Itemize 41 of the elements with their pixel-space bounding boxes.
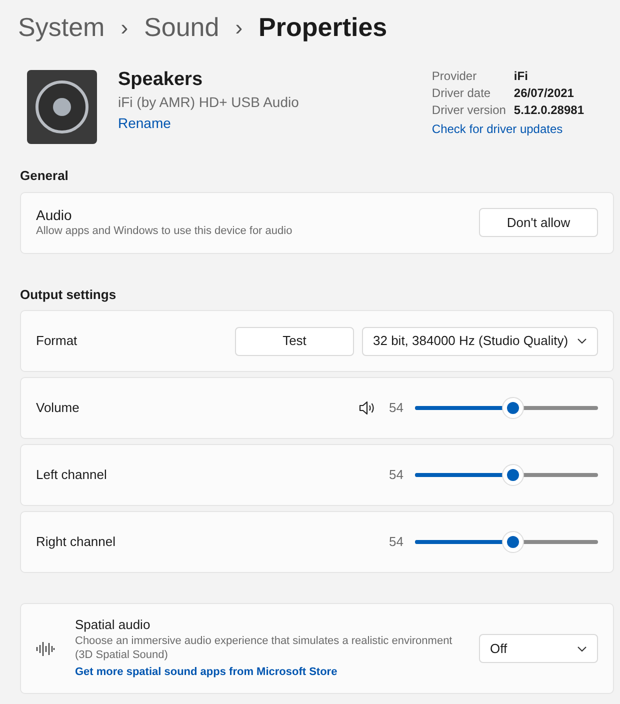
section-heading: Output settings	[20, 286, 118, 304]
driver-info-label: Driver version	[432, 102, 507, 119]
setting-label: Right channel	[36, 533, 116, 552]
driver-info-value: iFi	[514, 68, 528, 85]
setting-label: Volume	[36, 399, 80, 418]
store-link[interactable]: Get more spatial sound apps from Microsoft Store	[75, 664, 470, 681]
device-name: Speakers	[118, 68, 204, 92]
driver-info-label: Driver date	[432, 85, 492, 102]
section-heading: General	[20, 167, 70, 185]
spatial-audio-description: Choose an immersive audio experience that simulates a realistic environment (3D Spatial Sound)	[75, 634, 454, 662]
rename-link[interactable]: Rename	[118, 113, 299, 133]
slider-thumb[interactable]	[502, 531, 524, 553]
setting-label: Left channel	[36, 466, 107, 484]
device-description: iFi (by AMR) HD+ USB Audio	[118, 93, 299, 112]
test-button[interactable]: Test	[235, 326, 354, 356]
breadcrumb-separator: ›	[120, 14, 128, 42]
breadcrumb-item[interactable]: System	[18, 8, 105, 46]
driver-info-label: Provider	[432, 68, 478, 85]
setting-label: Format	[36, 332, 78, 350]
speaker-volume-icon[interactable]	[359, 401, 375, 415]
sound-wave-icon	[36, 640, 55, 656]
spatial-audio-title: Spatial audio	[75, 616, 152, 634]
driver-info-value: 26/07/2021	[514, 85, 574, 102]
chevron-down-icon	[577, 646, 587, 652]
spatial-audio-dropdown[interactable]: Off	[479, 634, 598, 663]
slider-value: 54	[389, 399, 404, 418]
slider-value: 54	[389, 533, 404, 552]
dont-allow-button[interactable]: Don't allow	[479, 208, 598, 237]
breadcrumb-item[interactable]: Sound	[144, 8, 220, 46]
format-dropdown[interactable]: 32 bit, 384000 Hz (Studio Quality)	[362, 326, 598, 356]
chevron-down-icon	[577, 338, 587, 344]
slider-thumb[interactable]	[502, 464, 524, 486]
driver-updates-link[interactable]: Check for driver updates	[432, 121, 584, 138]
slider-value: 54	[389, 466, 404, 484]
slider-thumb[interactable]	[502, 397, 524, 419]
audio-title: Audio	[36, 206, 73, 224]
breadcrumb-separator: ›	[235, 14, 243, 42]
breadcrumb-item: Properties	[258, 10, 388, 44]
speaker-icon	[26, 69, 98, 145]
driver-info-value: 5.12.0.28981	[514, 102, 584, 119]
audio-description: Allow apps and Windows to use this device for audio	[36, 224, 292, 239]
